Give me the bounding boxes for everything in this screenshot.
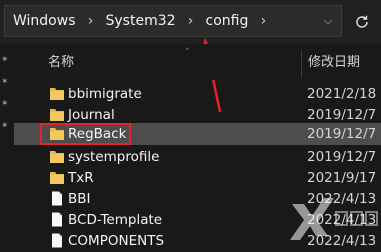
breadcrumb-system32[interactable]: System32 <box>104 13 178 29</box>
address-bar[interactable]: Windows › System32 › config › ⌵ <box>4 5 342 37</box>
file-icon <box>52 191 62 206</box>
file-name: bbimigrate <box>68 86 142 102</box>
chevron-right-icon[interactable]: › <box>256 13 270 29</box>
pin-icon[interactable]: ✶ <box>1 76 10 88</box>
column-header-name[interactable]: 名称 <box>48 44 74 80</box>
folder-icon <box>50 151 64 163</box>
highlight-box <box>40 123 131 145</box>
chevron-down-icon[interactable]: ⌵ <box>321 13 335 29</box>
file-name: BCD-Template <box>68 212 163 228</box>
folder-icon <box>50 109 64 121</box>
pin-icon[interactable]: ✶ <box>1 54 10 66</box>
file-date: 2019/12/7 <box>307 126 377 142</box>
navigation-pane: ✶ ✶ ✶ ✶ <box>0 44 14 250</box>
list-item[interactable]: bbimigrate 2021/2/18 <box>14 83 381 105</box>
pin-icon[interactable]: ✶ <box>1 120 10 132</box>
file-date: 2021/9/17 <box>307 170 377 186</box>
list-item[interactable]: TxR 2021/9/17 <box>14 167 381 189</box>
file-name: systemprofile <box>68 149 160 165</box>
folder-icon <box>50 172 64 184</box>
column-divider[interactable] <box>301 50 302 78</box>
chevron-right-icon[interactable]: › <box>184 13 198 29</box>
pin-icon[interactable]: ✶ <box>1 98 10 110</box>
breadcrumb-windows[interactable]: Windows <box>11 13 78 29</box>
column-headers: ˄ 名称 修改日期 <box>14 44 381 80</box>
breadcrumb-config[interactable]: config <box>204 13 251 29</box>
chevron-right-icon[interactable]: › <box>84 13 98 29</box>
refresh-button[interactable] <box>347 7 377 37</box>
file-date: 2021/2/18 <box>307 86 377 102</box>
column-header-date[interactable]: 修改日期 <box>308 44 360 80</box>
refresh-icon <box>356 15 368 28</box>
file-name: BBI <box>68 191 91 207</box>
file-name: TxR <box>68 170 94 186</box>
file-name: COMPONENTS <box>68 233 165 249</box>
file-icon <box>52 233 62 248</box>
folder-icon <box>50 88 64 100</box>
sort-up-icon: ˄ <box>185 48 190 58</box>
watermark-logo <box>290 198 378 240</box>
file-icon <box>52 212 62 227</box>
list-item[interactable]: systemprofile 2019/12/7 <box>14 146 381 168</box>
file-date: 2019/12/7 <box>307 149 377 165</box>
address-toolbar: Windows › System32 › config › ⌵ <box>0 0 381 44</box>
breadcrumb: Windows › System32 › config › <box>11 6 276 36</box>
